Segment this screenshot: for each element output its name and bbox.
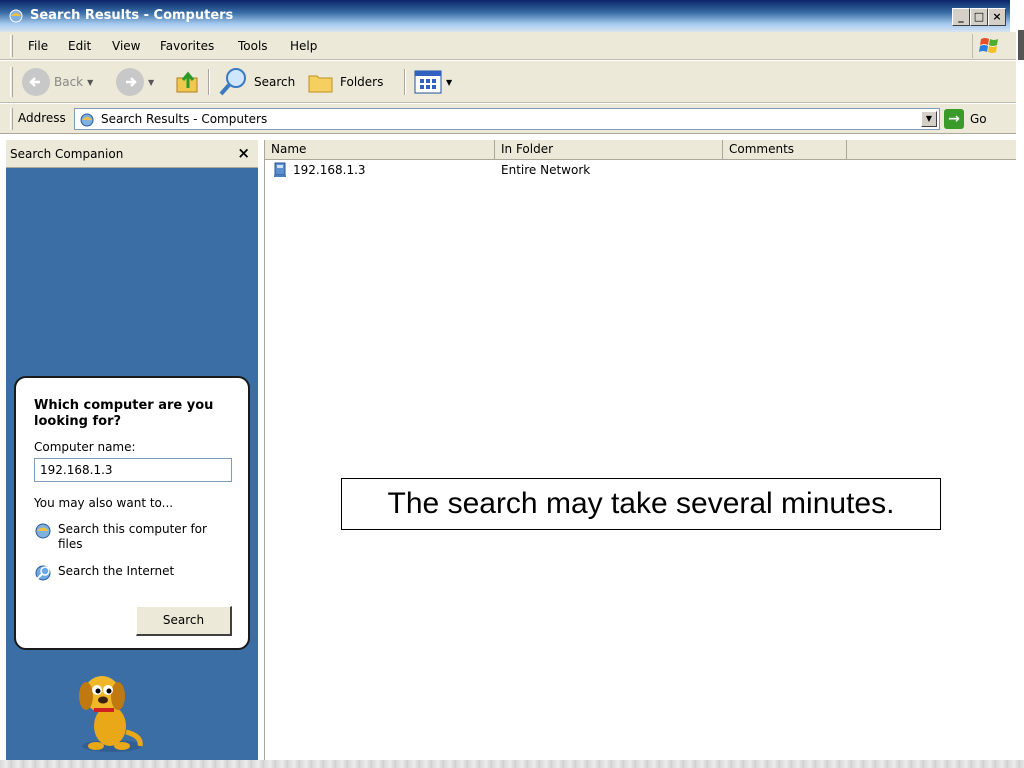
search-label: Search <box>254 75 296 89</box>
column-header-filler <box>847 140 1017 160</box>
address-dropdown-icon[interactable]: ▼ <box>921 111 937 127</box>
search-dog-icon <box>79 676 143 752</box>
folder-icon <box>308 75 333 93</box>
toolbar-separator <box>404 69 406 95</box>
menu-favorites[interactable]: Favorites <box>160 39 214 53</box>
minimize-button[interactable]: _ <box>952 8 970 26</box>
window-title: Search Results - Computers <box>30 8 234 23</box>
search-computer-files-link[interactable]: Search this computer for files <box>34 522 224 552</box>
title-bar: Search Results - Computers _ □ × <box>0 0 1010 32</box>
views-dropdown-icon[interactable]: ▼ <box>446 78 452 87</box>
toolbar-separator <box>208 69 210 95</box>
close-icon[interactable]: × <box>237 144 250 162</box>
search-balloon: Which computer are you looking for? Comp… <box>14 376 250 650</box>
computer-icon <box>274 162 286 177</box>
column-header-comments[interactable]: Comments <box>723 140 847 160</box>
menu-bar: File Edit View Favorites Tools Help <box>0 32 1016 60</box>
computer-name-label: Computer name: <box>34 440 136 454</box>
go-arrow-icon: → <box>944 109 964 129</box>
toolbar: Back ▼ ▼ Search Folders ▼ <box>0 61 1016 103</box>
windows-logo <box>972 34 1006 58</box>
row-folder: Entire Network <box>501 163 591 177</box>
search-results-icon <box>80 113 94 127</box>
menu-file[interactable]: File <box>28 39 48 53</box>
column-header-in-folder[interactable]: In Folder <box>495 140 723 160</box>
close-button[interactable]: × <box>988 8 1006 26</box>
search-question: Which computer are you looking for? <box>34 398 214 429</box>
address-value: Search Results - Computers <box>101 112 268 126</box>
go-label: Go <box>970 112 987 126</box>
search-magnifier-icon <box>219 68 246 96</box>
search-computer-icon <box>35 523 51 539</box>
edge-shadow <box>1018 30 1024 60</box>
go-button[interactable]: → Go <box>944 108 1000 130</box>
table-row[interactable]: 192.168.1.3 Entire Network <box>265 162 1017 180</box>
address-input[interactable]: Search Results - Computers ▼ <box>74 108 940 130</box>
search-computer-files-label: Search this computer for files <box>58 522 207 551</box>
forward-button[interactable]: ▼ <box>116 65 154 99</box>
also-want-label: You may also want to... <box>34 496 174 510</box>
forward-arrow-icon <box>116 68 144 96</box>
menu-view[interactable]: View <box>112 39 140 53</box>
back-dropdown-icon[interactable]: ▼ <box>87 78 93 87</box>
address-grip[interactable] <box>10 108 13 130</box>
search-results-icon <box>9 9 23 23</box>
views-button[interactable]: ▼ <box>414 65 452 99</box>
menu-grip[interactable] <box>10 35 13 57</box>
results-list: Name In Folder Comments 192.168.1.3 Enti… <box>264 140 1017 764</box>
back-arrow-icon <box>22 68 50 96</box>
search-internet-link[interactable]: Search the Internet <box>34 564 174 582</box>
menu-help[interactable]: Help <box>290 39 317 53</box>
computer-name-input[interactable] <box>34 458 232 482</box>
column-header-name[interactable]: Name <box>265 140 495 160</box>
row-name: 192.168.1.3 <box>293 163 366 177</box>
folders-button[interactable]: Folders <box>306 65 383 99</box>
search-internet-icon <box>35 565 51 581</box>
up-folder-button[interactable] <box>174 65 202 99</box>
toolbar-grip[interactable] <box>10 67 13 97</box>
forward-dropdown-icon[interactable]: ▼ <box>148 78 154 87</box>
sidebar-search-button[interactable]: Search <box>136 606 232 636</box>
search-companion-pane: Search Companion × Which computer are yo… <box>6 140 258 764</box>
search-button[interactable]: Search <box>218 65 295 99</box>
folders-label: Folders <box>340 75 384 89</box>
up-folder-icon <box>176 71 198 93</box>
search-companion-title: Search Companion <box>10 147 124 161</box>
bottom-texture <box>0 760 1024 768</box>
maximize-button[interactable]: □ <box>970 8 988 26</box>
back-button[interactable]: Back ▼ <box>22 65 93 99</box>
window-edge <box>1016 0 1024 768</box>
menu-tools[interactable]: Tools <box>238 39 268 53</box>
views-grid-icon <box>414 70 442 94</box>
search-internet-label: Search the Internet <box>58 564 175 578</box>
menu-edit[interactable]: Edit <box>68 39 91 53</box>
back-label: Back <box>54 75 84 89</box>
address-bar: Address Search Results - Computers ▼ → G… <box>0 104 1016 134</box>
windows-flag-icon <box>979 38 998 53</box>
search-duration-callout: The search may take several minutes. <box>341 478 941 530</box>
address-label: Address <box>18 111 66 125</box>
search-companion-header: Search Companion × <box>6 140 258 168</box>
